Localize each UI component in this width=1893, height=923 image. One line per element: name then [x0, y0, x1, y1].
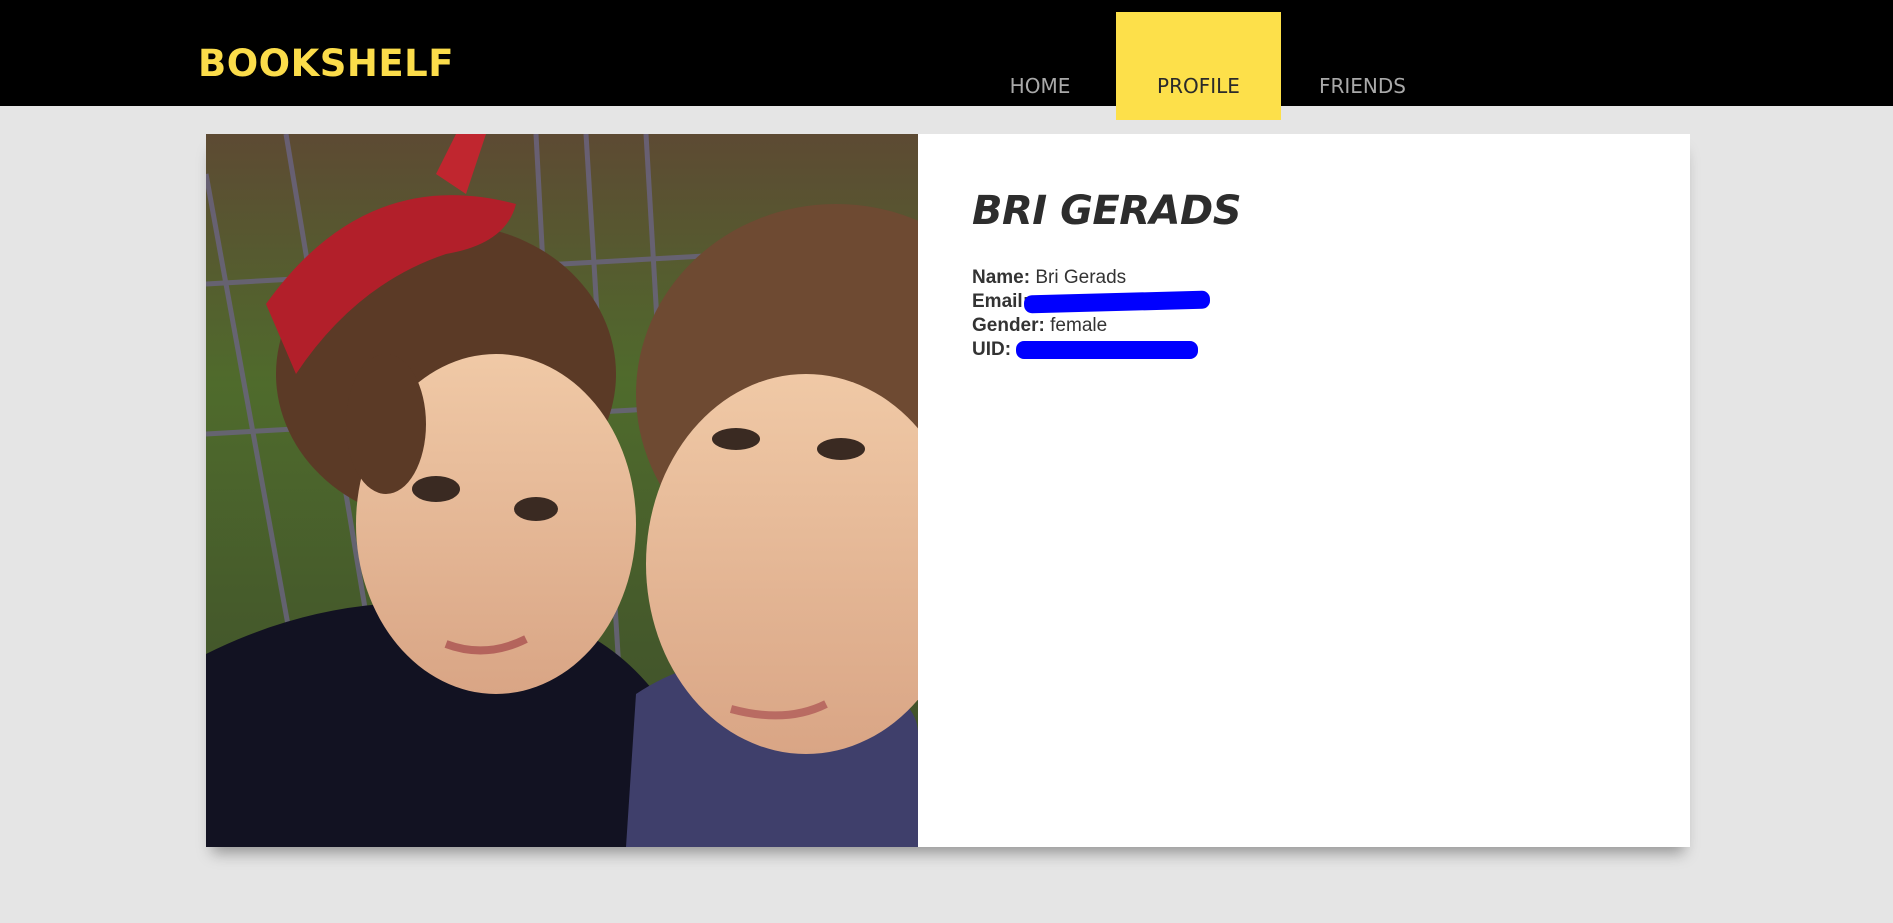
name-row: Name: Bri Gerads: [972, 266, 1126, 290]
profile-name-heading: BRI GERADS: [972, 188, 1242, 234]
profile-card: BRI GERADS Name: Bri Gerads Email: Gende…: [206, 134, 1690, 847]
top-navigation-bar: BOOKSHELF HOME PROFILE FRIENDS: [0, 0, 1893, 120]
nav-friends[interactable]: FRIENDS: [1310, 12, 1415, 120]
email-redaction: [1023, 290, 1211, 314]
gender-value: female: [1050, 315, 1108, 336]
uid-row: UID:: [972, 338, 1198, 362]
profile-details: BRI GERADS Name: Bri Gerads Email: Gende…: [972, 134, 1690, 847]
uid-label: UID:: [972, 339, 1012, 360]
gender-label: Gender:: [972, 315, 1045, 336]
profile-photo: [206, 134, 918, 847]
uid-redaction: [1016, 341, 1198, 359]
profile-fields: Name: Bri Gerads Email: Gender: female U…: [972, 266, 1211, 362]
nav-home[interactable]: HOME: [995, 12, 1085, 120]
email-row: Email:: [972, 290, 1211, 314]
name-label: Name:: [972, 267, 1031, 288]
name-value: Bri Gerads: [1035, 267, 1127, 288]
email-label: Email:: [972, 291, 1030, 312]
gender-row: Gender: female: [972, 314, 1126, 338]
nav-profile[interactable]: PROFILE: [1116, 12, 1281, 120]
brand-logo[interactable]: BOOKSHELF: [198, 42, 454, 85]
